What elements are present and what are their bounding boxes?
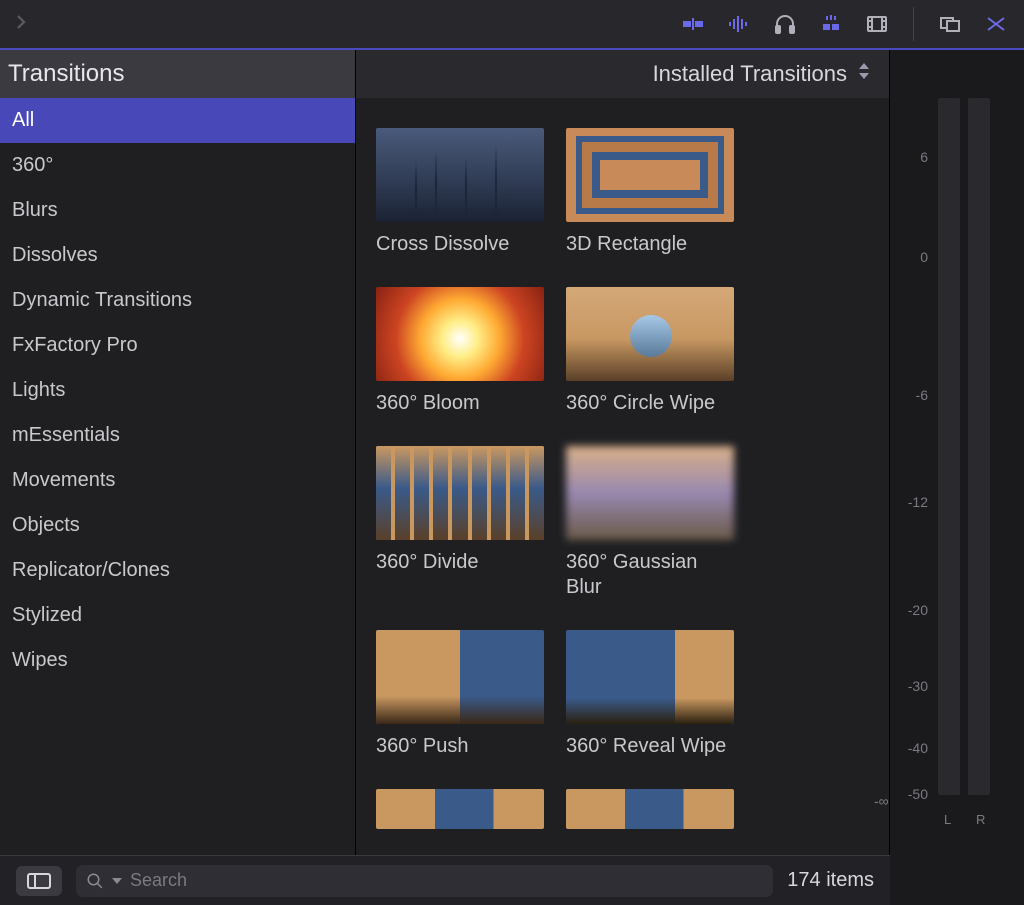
sidebar-item-dynamic-transitions[interactable]: Dynamic Transitions — [0, 278, 355, 323]
transition-item[interactable]: 3D Rectangle — [566, 128, 734, 257]
sidebar-item-lights[interactable]: Lights — [0, 368, 355, 413]
transition-item[interactable]: 360° Push — [376, 630, 544, 759]
meter-tick: -20 — [908, 602, 928, 618]
transition-item[interactable] — [376, 789, 544, 829]
audio-meters-panel: -∞ L R 60-6-12-20-30-40-50 — [890, 50, 1024, 855]
meter-tick: -50 — [908, 786, 928, 802]
meter-r-label: R — [976, 812, 985, 827]
transition-thumbnail — [376, 287, 544, 381]
audio-waveform-icon[interactable] — [723, 8, 755, 40]
meter-tick: -30 — [908, 678, 928, 694]
audio-meter-right — [968, 98, 990, 795]
transition-thumbnail — [566, 789, 734, 829]
sidebar-item-movements[interactable]: Movements — [0, 458, 355, 503]
top-toolbar — [0, 0, 1024, 50]
sidebar-item-wipes[interactable]: Wipes — [0, 638, 355, 683]
meter-infinity-label: -∞ — [874, 793, 889, 809]
meter-tick: 0 — [920, 249, 928, 265]
sidebar-item-360-[interactable]: 360° — [0, 143, 355, 188]
transitions-grid: Cross Dissolve 3D Rectangle 360° Bloom 360°… — [356, 98, 889, 855]
sidebar-item-blurs[interactable]: Blurs — [0, 188, 355, 233]
transition-thumbnail — [376, 630, 544, 724]
sidebar-item-stylized[interactable]: Stylized — [0, 593, 355, 638]
sidebar-title: Transitions — [0, 50, 355, 98]
sidebar-item-all[interactable]: All — [0, 98, 355, 143]
meter-tick: -12 — [908, 494, 928, 510]
bottom-bar: 174 items — [0, 855, 890, 905]
transition-item[interactable] — [566, 789, 734, 829]
compare-icon[interactable] — [934, 8, 966, 40]
audio-meter-left — [938, 98, 960, 795]
film-icon[interactable] — [861, 8, 893, 40]
meter-tick: -6 — [916, 387, 928, 403]
meter-l-label: L — [944, 812, 951, 827]
transition-label: 3D Rectangle — [566, 232, 734, 257]
meter-tick: -40 — [908, 740, 928, 756]
transition-thumbnail — [566, 287, 734, 381]
transition-item[interactable]: 360° Gaussian Blur — [566, 446, 734, 600]
search-icon — [86, 872, 104, 890]
transition-item[interactable]: 360° Reveal Wipe — [566, 630, 734, 759]
sidebar-category-list: All360°BlursDissolvesDynamic Transitions… — [0, 98, 355, 855]
transition-thumbnail — [566, 128, 734, 222]
panel-toggle-button[interactable] — [16, 866, 62, 896]
transition-label: 360° Gaussian Blur — [566, 550, 734, 600]
sidebar-item-messentials[interactable]: mEssentials — [0, 413, 355, 458]
share-icon[interactable] — [980, 8, 1012, 40]
content-filter-label: Installed Transitions — [653, 61, 847, 87]
transition-label: 360° Reveal Wipe — [566, 734, 734, 759]
sidebar-item-fxfactory-pro[interactable]: FxFactory Pro — [0, 323, 355, 368]
transition-item[interactable]: 360° Bloom — [376, 287, 544, 416]
transition-label: 360° Circle Wipe — [566, 391, 734, 416]
transitions-sidebar: Transitions All360°BlursDissolvesDynamic… — [0, 50, 356, 855]
transition-item[interactable]: Cross Dissolve — [376, 128, 544, 257]
transition-label: 360° Divide — [376, 550, 544, 575]
sidebar-item-dissolves[interactable]: Dissolves — [0, 233, 355, 278]
headphones-icon[interactable] — [769, 8, 801, 40]
item-count-label: 174 items — [787, 869, 874, 892]
transition-label: Cross Dissolve — [376, 232, 544, 257]
search-menu-chevron-icon[interactable] — [112, 876, 122, 886]
transition-label: 360° Push — [376, 734, 544, 759]
transition-label: 360° Bloom — [376, 391, 544, 416]
search-input[interactable] — [130, 870, 763, 891]
nav-forward-icon[interactable] — [12, 11, 30, 37]
clip-trim-icon[interactable] — [677, 8, 709, 40]
transition-thumbnail — [376, 128, 544, 222]
transition-thumbnail — [376, 446, 544, 540]
updown-icon — [857, 61, 871, 87]
meter-tick: 6 — [920, 149, 928, 165]
sidebar-item-objects[interactable]: Objects — [0, 503, 355, 548]
transition-thumbnail — [566, 446, 734, 540]
content-filter-dropdown[interactable]: Installed Transitions — [356, 50, 889, 98]
transition-thumbnail — [566, 630, 734, 724]
sidebar-item-replicator-clones[interactable]: Replicator/Clones — [0, 548, 355, 593]
effects-icon[interactable] — [815, 8, 847, 40]
transition-item[interactable]: 360° Divide — [376, 446, 544, 600]
transition-item[interactable]: 360° Circle Wipe — [566, 287, 734, 416]
toolbar-divider — [913, 7, 914, 41]
transitions-browser: Installed Transitions Cross Dissolve 3D R… — [356, 50, 890, 855]
search-field[interactable] — [76, 865, 773, 897]
transition-thumbnail — [376, 789, 544, 829]
